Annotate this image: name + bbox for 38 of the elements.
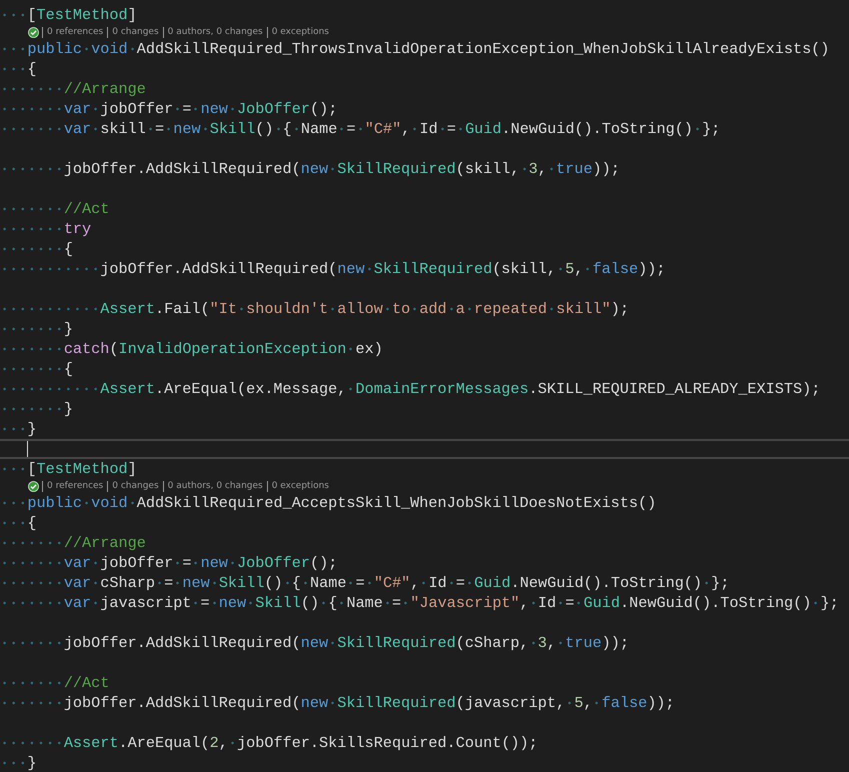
code-line: jobOffer.AddSkillRequired(new SkillRequired(skill, 5, false)); bbox=[0, 259, 666, 279]
codelens-link[interactable]: 0 exceptions bbox=[266, 26, 333, 38]
test-passed-icon[interactable] bbox=[28, 26, 39, 38]
text-cursor bbox=[27, 441, 28, 457]
code-line: { bbox=[0, 359, 73, 379]
code-line: { bbox=[0, 59, 36, 79]
code-line: var skill = new Skill() { Name = "C#", Id = Guid.NewGuid().ToString() }; bbox=[0, 119, 720, 139]
codelens-link[interactable]: 0 references bbox=[42, 480, 108, 492]
code-line: Assert.AreEqual(2, jobOffer.SkillsRequired.Count()); bbox=[0, 733, 538, 753]
code-line: { bbox=[0, 239, 73, 259]
code-line: public void AddSkillRequired_ThrowsInvalidOperationException_WhenJobSkillAlreadyExists() bbox=[0, 39, 830, 59]
codelens-link[interactable]: 0 references bbox=[42, 26, 108, 38]
code-line: var cSharp = new Skill() { Name = "C#", Id = Guid.NewGuid().ToString() }; bbox=[0, 573, 730, 593]
code-line: } bbox=[0, 419, 36, 439]
code-line: jobOffer.AddSkillRequired(new SkillRequired(javascript, 5, false)); bbox=[0, 693, 675, 713]
code-line: Assert.Fail("It shouldn't allow to add a repeated skill"); bbox=[0, 299, 630, 319]
codelens-link[interactable]: 0 exceptions bbox=[266, 480, 333, 492]
code-line: var jobOffer = new JobOffer(); bbox=[0, 553, 338, 573]
code-line: { bbox=[0, 513, 36, 533]
code-line: } bbox=[0, 319, 73, 339]
code-line: } bbox=[0, 399, 73, 419]
code-line: [TestMethod] bbox=[0, 459, 137, 479]
code-line: [TestMethod] bbox=[0, 5, 137, 25]
code-line: var javascript = new Skill() { Name = "Javascript", Id = Guid.NewGuid().ToString() }; bbox=[0, 593, 839, 613]
code-line: //Arrange bbox=[0, 533, 146, 553]
test-passed-icon[interactable] bbox=[28, 480, 39, 492]
code-line: catch(InvalidOperationException ex) bbox=[0, 339, 383, 359]
code-line: var jobOffer = new JobOffer(); bbox=[0, 99, 338, 119]
codelens-link[interactable]: 0 authors, 0 changes bbox=[162, 26, 267, 38]
code-line: //Arrange bbox=[0, 79, 146, 99]
code-line: Assert.AreEqual(ex.Message, DomainErrorMessages.SKILL_REQUIRED_ALREADY_EXISTS); bbox=[0, 379, 820, 399]
code-line: } bbox=[0, 753, 36, 772]
code-line: public void AddSkillRequired_AcceptsSkill_WhenJobSkillDoesNotExists() bbox=[0, 493, 656, 513]
code-line: jobOffer.AddSkillRequired(new SkillRequired(cSharp, 3, true)); bbox=[0, 633, 629, 653]
code-line: jobOffer.AddSkillRequired(new SkillRequired(skill, 3, true)); bbox=[0, 159, 620, 179]
codelens-link[interactable]: 0 authors, 0 changes bbox=[162, 480, 267, 492]
codelens-link[interactable]: 0 changes bbox=[107, 26, 163, 38]
codelens-link[interactable]: 0 changes bbox=[107, 480, 163, 492]
